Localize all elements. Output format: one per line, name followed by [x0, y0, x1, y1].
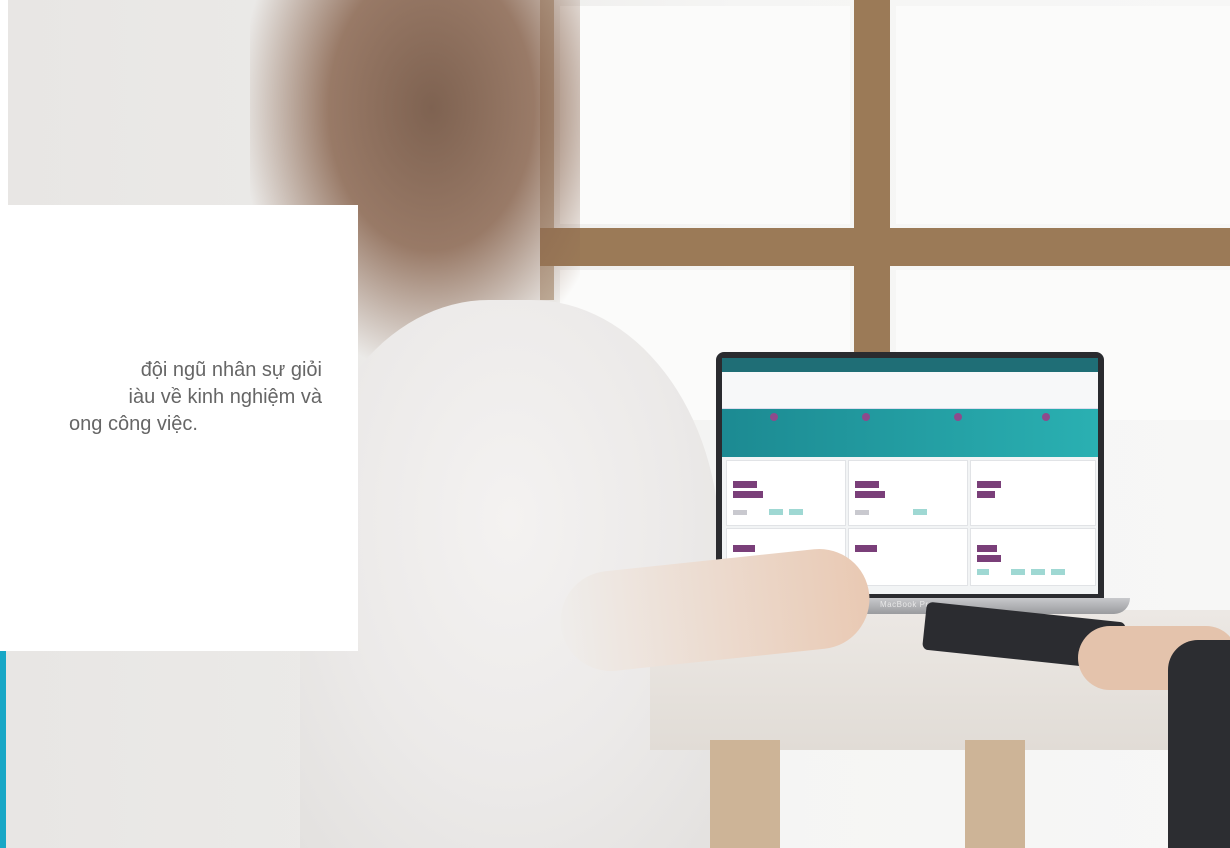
info-card: đội ngũ nhân sự giỏi iàu về kinh nghiệm …: [0, 205, 358, 651]
accent-bar: [0, 651, 6, 848]
desk-leg: [965, 740, 1025, 848]
card-button: [977, 545, 997, 552]
card-bar: [913, 509, 927, 515]
card-button: [855, 491, 885, 498]
card-button: [733, 481, 757, 488]
card-bar: [789, 509, 803, 515]
card-bar: [1011, 569, 1025, 575]
card-bar: [1031, 569, 1045, 575]
dashboard-card: [970, 528, 1096, 586]
card-bar: [1051, 569, 1065, 575]
screen-subbar: [722, 372, 1098, 409]
step-dot: [1042, 413, 1050, 421]
step-dot: [954, 413, 962, 421]
step-dot: [862, 413, 870, 421]
window-pane: [896, 6, 1230, 224]
card-bar: [855, 510, 869, 515]
card-button: [733, 491, 763, 498]
card-button: [977, 481, 1001, 488]
card-button: [977, 555, 1001, 562]
info-text-line: iàu về kinh nghiệm và: [128, 386, 322, 408]
window-frame: [540, 228, 1230, 266]
dashboard-card: [970, 460, 1096, 526]
dashboard-card: [726, 460, 846, 526]
card-button: [733, 545, 755, 552]
screen-banner: [722, 409, 1098, 457]
step-dot: [770, 413, 778, 421]
info-text: đội ngũ nhân sự giỏi iàu về kinh nghiệm …: [0, 357, 358, 438]
desk-leg: [710, 740, 780, 848]
person-sleeve: [1168, 640, 1230, 848]
card-button: [855, 481, 879, 488]
card-button: [977, 491, 995, 498]
card-button: [855, 545, 877, 552]
left-edge-strip: [0, 0, 8, 205]
screen-topbar: [722, 358, 1098, 372]
card-bar: [769, 509, 783, 515]
card-bar: [733, 510, 747, 515]
info-text-line: ong công việc.: [69, 413, 198, 435]
dashboard-card: [848, 460, 968, 526]
info-text-line: đội ngũ nhân sự giỏi: [140, 359, 322, 381]
dashboard-card: [848, 528, 968, 586]
card-bar: [977, 569, 989, 575]
window-pane: [560, 6, 850, 224]
